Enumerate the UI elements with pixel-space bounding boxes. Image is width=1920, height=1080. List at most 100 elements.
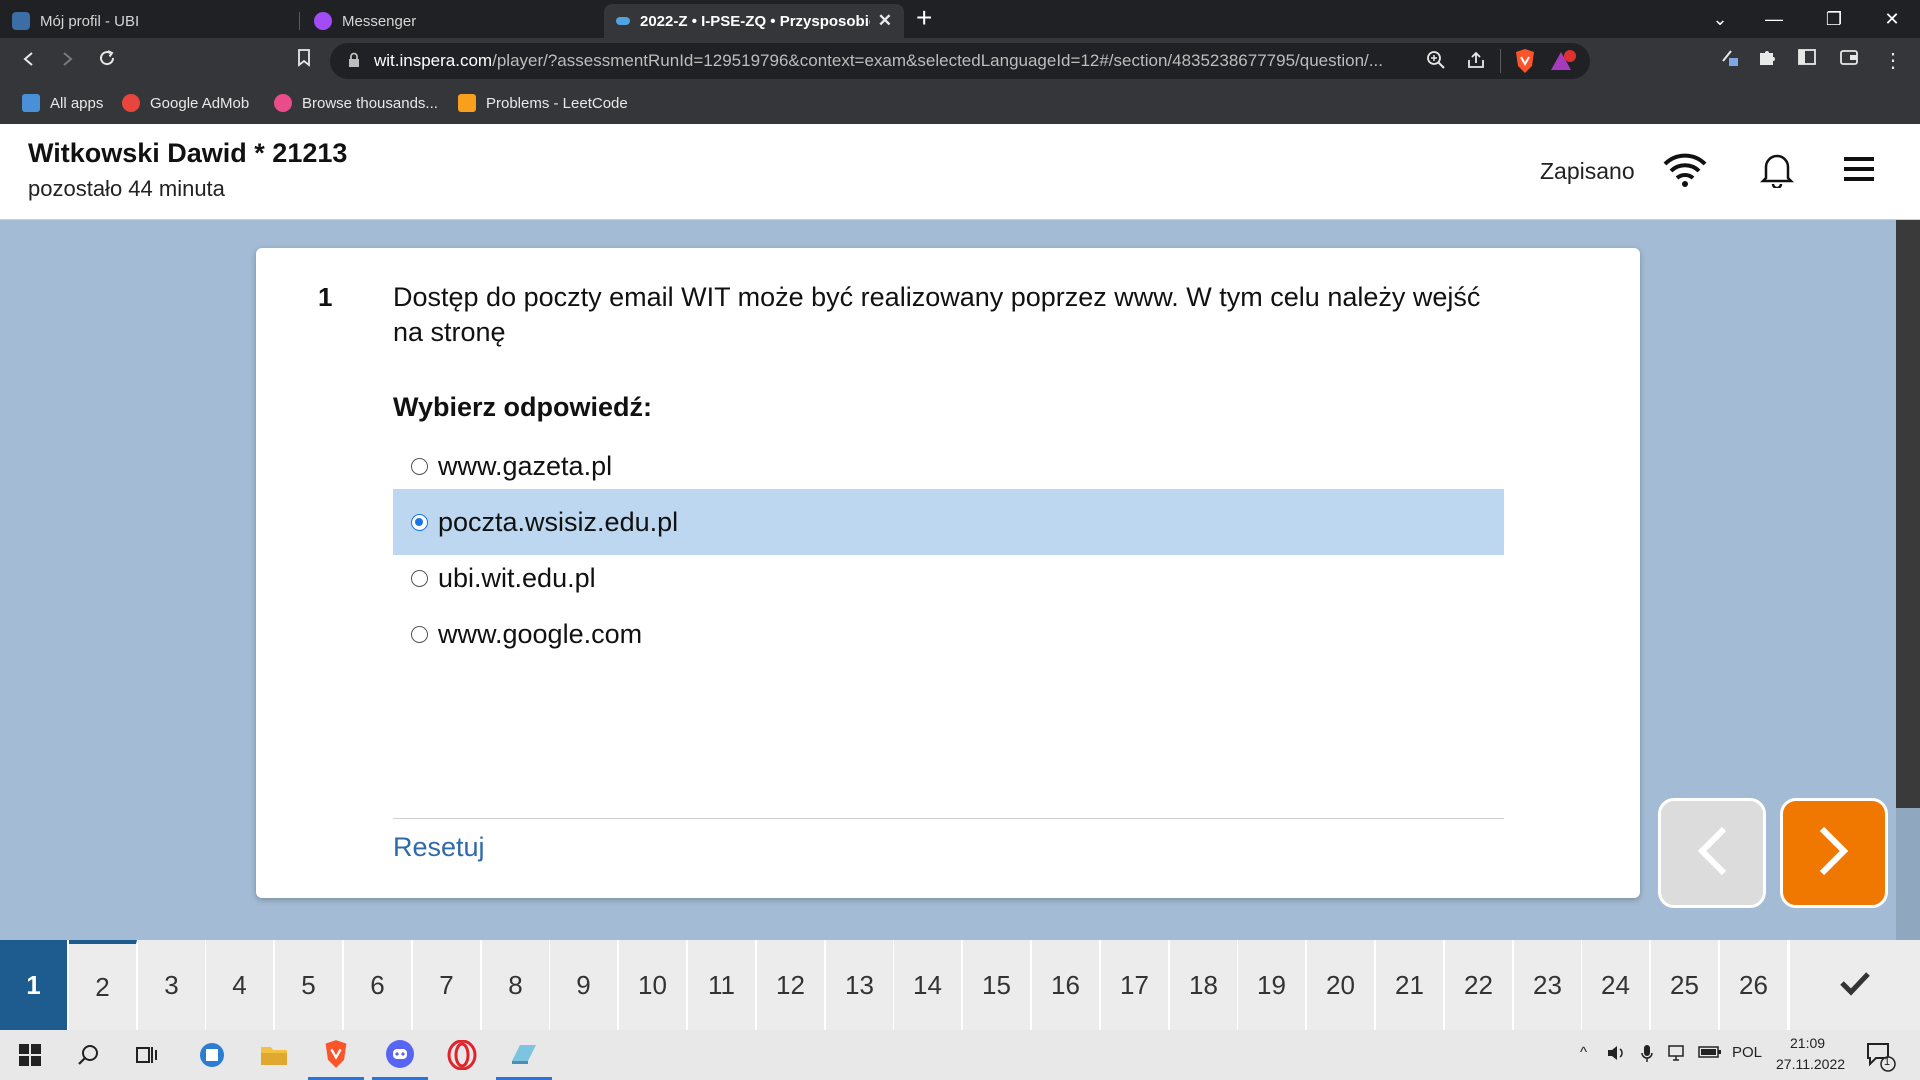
question-nav-item[interactable]: 13 (826, 940, 894, 1030)
scrollbar[interactable] (1896, 220, 1920, 940)
exam-header: Witkowski Dawid * 21213 pozostało 44 min… (0, 124, 1920, 220)
microphone-icon[interactable] (1640, 1044, 1654, 1068)
browser-toolbar: wit.inspera.com/player/?assessmentRunId=… (0, 38, 1920, 84)
reset-link[interactable]: Resetuj (393, 832, 485, 863)
notification-count: 1 (1884, 1056, 1891, 1068)
minimize-button[interactable]: — (1754, 4, 1794, 34)
windows-start-icon[interactable] (2, 1030, 58, 1080)
question-nav-item[interactable]: 2 (69, 940, 137, 1030)
new-tab-button[interactable]: + (916, 2, 932, 34)
discord-icon[interactable] (372, 1030, 428, 1080)
question-nav-item[interactable]: 10 (619, 940, 687, 1030)
clock-time[interactable]: 21:09 (1790, 1035, 1825, 1051)
question-nav-item[interactable]: 21 (1376, 940, 1444, 1030)
forward-icon[interactable] (52, 46, 82, 76)
bell-icon[interactable] (1759, 150, 1795, 193)
tab-search-icon[interactable]: ⌄ (1700, 4, 1740, 34)
answer-option[interactable]: www.google.com (393, 601, 1504, 667)
question-nav-item[interactable]: 3 (138, 940, 206, 1030)
chevron-right-icon (1816, 825, 1852, 882)
saved-status: Zapisano (1540, 158, 1635, 184)
windows-taskbar: ^ POL 21:09 27.11.2022 1 (0, 1030, 1920, 1080)
menu-kebab-icon[interactable]: ⋮ (1878, 46, 1908, 76)
restore-button[interactable]: ❐ (1814, 4, 1854, 34)
question-nav-item[interactable]: 24 (1582, 940, 1650, 1030)
opera-icon[interactable] (434, 1030, 490, 1080)
lock-icon (348, 52, 360, 73)
url-text: wit.inspera.com/player/?assessmentRunId=… (374, 51, 1383, 70)
close-icon[interactable]: ✕ (878, 11, 892, 31)
question-nav-item[interactable]: 16 (1032, 940, 1100, 1030)
bookmark-all-apps[interactable]: All apps (22, 94, 103, 112)
task-view-icon[interactable] (118, 1030, 174, 1080)
back-icon[interactable] (14, 46, 44, 76)
brave-shields-icon[interactable] (1514, 48, 1536, 79)
question-nav-item[interactable]: 5 (275, 940, 343, 1030)
admob-icon (122, 94, 140, 112)
question-nav-item[interactable]: 8 (482, 940, 550, 1030)
question-nav-item[interactable]: 17 (1101, 940, 1169, 1030)
reload-icon[interactable] (92, 46, 122, 76)
battery-icon[interactable] (1698, 1044, 1722, 1064)
question-nav-item[interactable]: 25 (1651, 940, 1719, 1030)
puzzle-extensions-icon[interactable] (1752, 46, 1782, 76)
notification-center-icon[interactable]: 1 (1866, 1042, 1896, 1077)
question-nav-item[interactable]: 18 (1170, 940, 1238, 1030)
question-nav-item[interactable]: 1 (0, 940, 68, 1030)
next-question-button[interactable] (1780, 798, 1888, 908)
language-indicator[interactable]: POL (1732, 1044, 1762, 1061)
network-icon[interactable] (1668, 1044, 1690, 1066)
question-nav-item[interactable]: 26 (1720, 940, 1788, 1030)
wifi-icon[interactable] (1662, 152, 1708, 193)
sidebar-toggle-icon[interactable] (1792, 46, 1822, 76)
brave-browser-icon[interactable] (308, 1030, 364, 1080)
tab-moj-profil[interactable]: Mój profil - UBI (0, 4, 300, 38)
file-explorer-icon[interactable] (246, 1030, 302, 1080)
clock-date[interactable]: 27.11.2022 (1776, 1056, 1845, 1072)
wallet-icon[interactable] (1834, 46, 1864, 76)
volume-icon[interactable] (1606, 1044, 1626, 1066)
word-app-icon[interactable] (184, 1030, 240, 1080)
close-window-button[interactable]: ✕ (1872, 4, 1912, 34)
radio-button[interactable] (411, 625, 428, 643)
share-icon[interactable] (1466, 50, 1486, 75)
brave-rewards-icon[interactable] (1550, 49, 1578, 78)
dribbble-icon (274, 94, 292, 112)
bookmark-icon[interactable] (289, 46, 319, 76)
extension-pinned-icon[interactable] (1714, 46, 1744, 76)
chevron-up-icon[interactable]: ^ (1580, 1044, 1587, 1061)
question-nav-item[interactable]: 6 (344, 940, 412, 1030)
question-nav-item[interactable]: 9 (550, 940, 618, 1030)
search-icon[interactable] (60, 1030, 116, 1080)
question-nav-item[interactable]: 15 (963, 940, 1031, 1030)
checkmark-icon (1839, 970, 1871, 1001)
address-bar[interactable]: wit.inspera.com/player/?assessmentRunId=… (330, 43, 1590, 79)
question-nav-item[interactable]: 11 (688, 940, 756, 1030)
zoom-icon[interactable] (1426, 50, 1446, 75)
bookmark-browse-thousands[interactable]: Browse thousands... (274, 94, 438, 112)
answer-label: poczta.wsisiz.edu.pl (438, 506, 679, 537)
submit-exam-button[interactable] (1790, 940, 1920, 1030)
leetcode-icon (458, 94, 476, 112)
tab-title: Mój profil - UBI (40, 12, 140, 30)
question-nav-item[interactable]: 23 (1514, 940, 1582, 1030)
hamburger-menu-icon[interactable] (1844, 156, 1874, 187)
graduation-cap-icon (12, 12, 30, 30)
question-nav-item[interactable]: 4 (206, 940, 274, 1030)
question-nav-item[interactable]: 22 (1445, 940, 1513, 1030)
bookmark-leetcode[interactable]: Problems - LeetCode (458, 94, 628, 112)
tab-inspera-exam[interactable]: 2022-Z • I-PSE-ZQ • Przysposobie ✕ (604, 4, 904, 38)
question-nav-item[interactable]: 7 (413, 940, 481, 1030)
tab-messenger[interactable]: Messenger (302, 4, 602, 38)
radio-button[interactable] (411, 457, 428, 475)
bookmark-google-admob[interactable]: Google AdMob (122, 94, 249, 112)
question-nav-item[interactable]: 12 (757, 940, 825, 1030)
app-window-icon[interactable] (496, 1030, 552, 1080)
radio-button[interactable] (411, 569, 428, 587)
question-nav-item[interactable]: 20 (1307, 940, 1375, 1030)
question-nav-item[interactable]: 19 (1238, 940, 1306, 1030)
radio-button[interactable] (411, 513, 428, 531)
scrollbar-thumb[interactable] (1896, 220, 1920, 808)
previous-question-button[interactable] (1658, 798, 1766, 908)
question-nav-item[interactable]: 14 (894, 940, 962, 1030)
